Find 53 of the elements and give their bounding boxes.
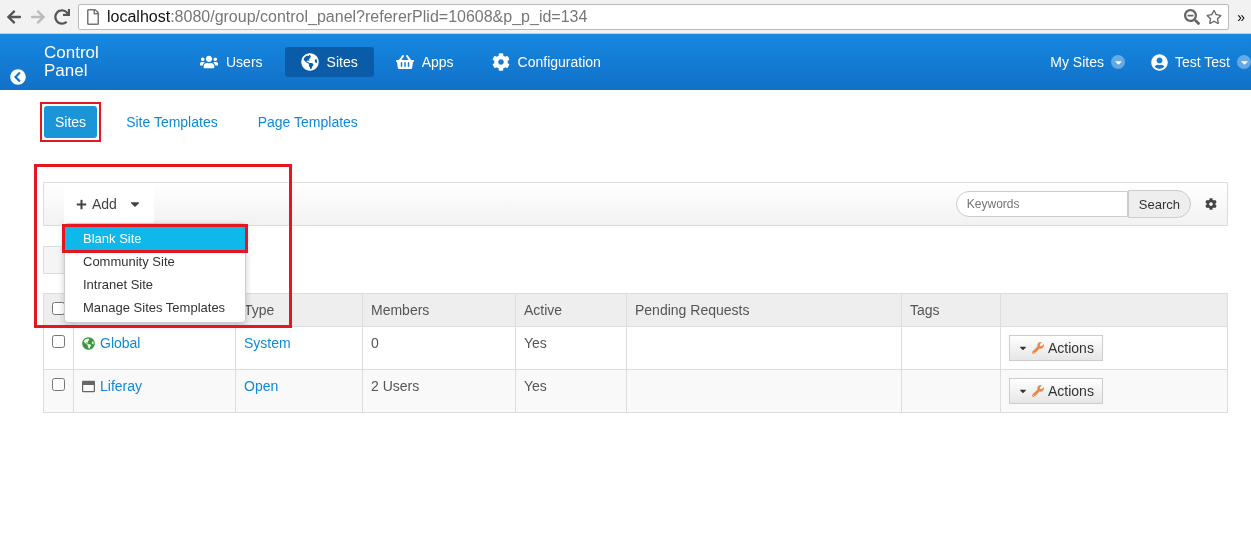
user-menu[interactable]: Test Test — [1151, 53, 1251, 71]
basket-icon — [395, 53, 414, 71]
caret-icon — [1237, 55, 1251, 69]
type-link[interactable]: System — [244, 335, 291, 351]
menu-item[interactable]: Blank Site — [65, 227, 245, 250]
zoom-icon[interactable] — [1184, 8, 1201, 25]
search-button[interactable]: Search — [1127, 190, 1191, 218]
site-link[interactable]: Global — [100, 335, 141, 351]
actions-button[interactable]: Actions — [1009, 378, 1103, 404]
select-all-checkbox[interactable] — [52, 302, 65, 315]
menu-item[interactable]: Community Site — [65, 250, 245, 273]
back-icon[interactable] — [10, 69, 26, 85]
page-icon — [82, 379, 95, 393]
sites-menu[interactable]: My Sites — [1050, 54, 1125, 70]
reload-icon[interactable] — [54, 8, 70, 25]
nav-item[interactable]: Apps — [379, 47, 470, 77]
actions-button[interactable]: Actions — [1009, 335, 1103, 361]
back-icon[interactable] — [6, 8, 22, 25]
row-checkbox[interactable] — [52, 378, 65, 391]
nav-item[interactable]: Sites — [284, 47, 374, 77]
table-cell: Yes — [515, 369, 627, 413]
table-cell: 0 — [362, 326, 516, 370]
page-icon — [85, 8, 101, 25]
avatar-icon — [1151, 53, 1168, 71]
table-cell: 2 Users — [362, 369, 516, 413]
table-cell: Yes — [515, 326, 627, 370]
column-header: Members — [362, 293, 516, 327]
wrench-icon — [1032, 342, 1044, 354]
globe-icon — [300, 53, 319, 71]
tab[interactable]: Site Templates — [115, 106, 229, 138]
users-icon — [200, 53, 218, 71]
wrench-icon — [1032, 385, 1044, 397]
site-link[interactable]: Liferay — [100, 378, 143, 394]
nav-item[interactable]: Users — [184, 47, 279, 77]
column-header: Tags — [901, 293, 1001, 327]
plus-icon — [76, 198, 87, 210]
globe-icon — [82, 336, 95, 350]
column-header: Active — [515, 293, 627, 327]
gear-icon — [491, 53, 510, 71]
nav-item[interactable]: Configuration — [475, 47, 617, 77]
type-link[interactable]: Open — [244, 378, 279, 394]
app-title: Control Panel — [44, 44, 100, 80]
caret-icon — [1111, 55, 1125, 69]
tab[interactable]: Sites — [44, 106, 98, 138]
overflow-button[interactable]: » — [1237, 8, 1245, 25]
menu-item[interactable]: Intranet Site — [65, 273, 245, 296]
settings-icon[interactable] — [1205, 198, 1217, 210]
tab[interactable]: Page Templates — [246, 106, 369, 138]
column-header: Pending Requests — [626, 293, 902, 327]
star-icon[interactable] — [1206, 8, 1223, 25]
address-bar[interactable]: localhost:8080/group/control_panel?refererPlid=10608&p_p_id=134 — [78, 3, 1230, 30]
row-checkbox[interactable] — [52, 335, 65, 348]
search-field[interactable]: Keywords — [955, 191, 1128, 217]
